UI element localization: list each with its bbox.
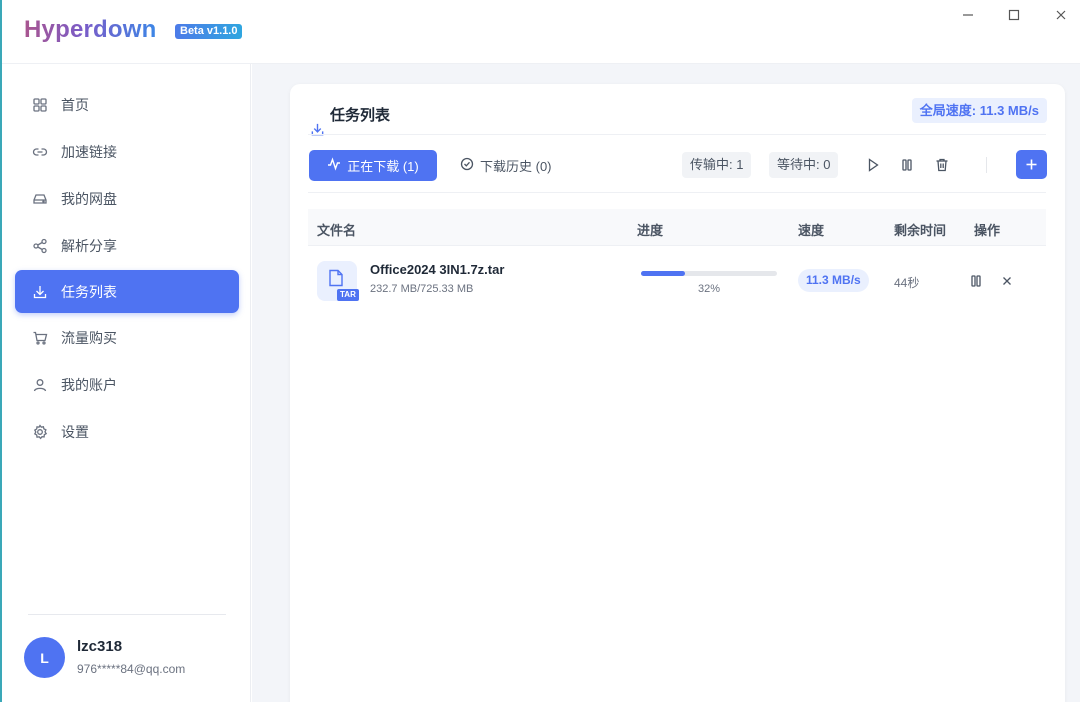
sidebar-item-my-drive[interactable]: 我的网盘 — [15, 177, 239, 220]
task-list-card: 任务列表 全局速度: 11.3 MB/s 正在下载 (1) 下载历史 (0) 传… — [290, 84, 1065, 702]
title-bar: Hyperdown Beta v1.1.0 — [2, 0, 1080, 64]
remaining-time: 44秒 — [894, 276, 920, 290]
file-name: Office2024 3IN1.7z.tar — [370, 262, 505, 277]
sidebar-item-my-account[interactable]: 我的账户 — [15, 363, 239, 406]
progress-fill — [641, 271, 685, 276]
version-badge: Beta v1.1.0 — [175, 24, 243, 39]
sidebar-item-task-list[interactable]: 任务列表 — [15, 270, 239, 313]
column-header-filename: 文件名 — [317, 223, 357, 238]
download-icon — [32, 284, 48, 300]
check-circle-icon — [460, 157, 474, 174]
avatar[interactable]: L — [24, 637, 65, 678]
sidebar-item-accelerate-link[interactable]: 加速链接 — [15, 130, 239, 173]
tab-download-history[interactable]: 下载历史 (0) — [460, 150, 552, 181]
sidebar-item-settings[interactable]: 设置 — [15, 410, 239, 453]
cancel-task-button[interactable] — [1000, 274, 1014, 288]
progress-bar — [641, 271, 777, 276]
user-icon — [32, 377, 48, 393]
app-brand: Hyperdown — [24, 16, 157, 43]
toolbar-divider — [308, 192, 1046, 193]
tab-label: 下载历史 (0) — [480, 159, 552, 174]
maximize-icon[interactable] — [1005, 6, 1023, 24]
gear-icon — [32, 423, 48, 440]
share-icon — [32, 238, 48, 254]
tab-downloading[interactable]: 正在下载 (1) — [309, 150, 437, 181]
sidebar-item-label: 加速链接 — [61, 143, 117, 160]
table-header: 文件名 进度 速度 剩余时间 操作 — [308, 209, 1046, 246]
file-size: 232.7 MB/725.33 MB — [370, 283, 474, 295]
cart-icon — [32, 330, 48, 346]
start-all-button[interactable] — [865, 157, 881, 173]
grid-icon — [32, 97, 48, 113]
app-window: Hyperdown Beta v1.1.0 首页 加速链接 我的网盘 解析分享 … — [0, 0, 1080, 702]
sidebar-item-label: 解析分享 — [61, 237, 117, 254]
global-speed-badge: 全局速度: 11.3 MB/s — [911, 98, 1047, 123]
pause-icon — [902, 159, 912, 171]
column-header-remaining: 剩余时间 — [894, 223, 947, 238]
sidebar-item-traffic-purchase[interactable]: 流量购买 — [15, 316, 239, 359]
sidebar-item-label: 设置 — [61, 423, 89, 440]
sidebar-item-label: 流量购买 — [61, 329, 117, 346]
file-type-badge: TAR — [337, 289, 359, 301]
activity-icon — [327, 157, 341, 174]
page-title: 任务列表 — [330, 107, 391, 124]
trash-icon — [936, 158, 948, 172]
user-email: 976*****84@qq.com — [77, 662, 186, 676]
toolbar-separator — [986, 157, 987, 173]
pause-task-button[interactable] — [969, 274, 983, 288]
minimize-icon[interactable] — [959, 6, 977, 24]
close-icon[interactable] — [1052, 6, 1070, 24]
speed-badge: 11.3 MB/s — [798, 269, 869, 292]
sidebar-item-label: 首页 — [61, 96, 89, 113]
sidebar-item-label: 任务列表 — [61, 283, 117, 300]
drive-icon — [32, 191, 48, 207]
user-name: lzc318 — [77, 638, 123, 655]
link-icon — [32, 144, 48, 160]
play-icon — [868, 158, 879, 172]
column-header-progress: 进度 — [637, 223, 664, 238]
column-header-actions: 操作 — [974, 223, 1001, 238]
close-icon — [1003, 277, 1011, 285]
sidebar-item-home[interactable]: 首页 — [15, 83, 239, 126]
pause-icon — [971, 275, 981, 287]
header-divider — [308, 134, 1046, 135]
sidebar-item-label: 我的网盘 — [61, 190, 117, 207]
pause-all-button[interactable] — [899, 157, 915, 173]
column-header-speed: 速度 — [798, 223, 825, 238]
table-row[interactable]: TAR Office2024 3IN1.7z.tar 232.7 MB/725.… — [308, 246, 1046, 316]
delete-all-button[interactable] — [934, 157, 950, 173]
sidebar-item-label: 我的账户 — [61, 376, 117, 393]
transferring-count: 传输中: 1 — [682, 152, 752, 178]
sidebar-divider — [28, 614, 226, 615]
sidebar-item-parse-share[interactable]: 解析分享 — [15, 224, 239, 267]
sidebar: 首页 加速链接 我的网盘 解析分享 任务列表 流量购买 我的账户 设置 L lz… — [4, 64, 251, 702]
main-content: 任务列表 全局速度: 11.3 MB/s 正在下载 (1) 下载历史 (0) 传… — [252, 64, 1080, 702]
waiting-count: 等待中: 0 — [769, 152, 839, 178]
tab-label: 正在下载 (1) — [347, 159, 419, 174]
add-task-button[interactable] — [1016, 150, 1047, 179]
progress-percent: 32% — [697, 283, 721, 295]
file-icon: TAR — [317, 261, 359, 301]
plus-icon — [1026, 159, 1037, 170]
